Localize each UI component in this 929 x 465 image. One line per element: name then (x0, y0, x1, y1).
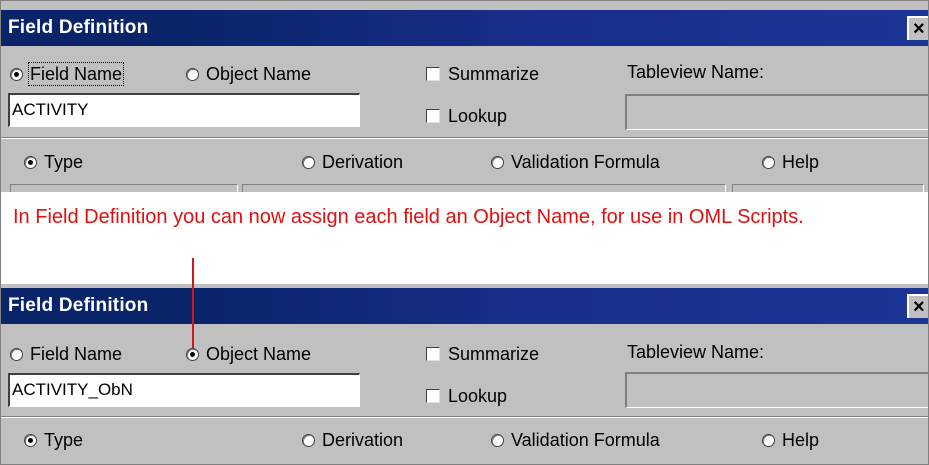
radio-dot-icon (491, 156, 504, 169)
field-definition-dialog-top: Field Definition × Field Name Object Nam… (0, 0, 929, 192)
checkbox-icon (426, 109, 440, 123)
field-name-radio[interactable]: Field Name (10, 342, 122, 366)
annotation-pointer-line (192, 258, 194, 348)
name-input[interactable]: ACTIVITY (8, 93, 360, 127)
radio-dot-icon (24, 434, 37, 447)
radio-dot-icon (186, 348, 199, 361)
tab-validation-label: Validation Formula (511, 152, 660, 172)
tableview-name-label: Tableview Name: (627, 62, 765, 82)
tab-help[interactable]: Help (762, 150, 819, 174)
lookup-label: Lookup (448, 386, 508, 406)
checkbox-icon (426, 347, 440, 361)
tableview-name-field[interactable] (625, 94, 929, 130)
content-column (10, 184, 238, 192)
summarize-checkbox[interactable]: Summarize (426, 62, 539, 86)
tab-help-label: Help (782, 152, 820, 172)
close-button[interactable]: × (907, 16, 929, 40)
tab-help[interactable]: Help (762, 428, 819, 452)
tab-derivation-label: Derivation (322, 430, 404, 450)
lookup-checkbox[interactable]: Lookup (426, 104, 507, 128)
radio-dot-icon (762, 434, 775, 447)
close-button[interactable]: × (907, 294, 929, 318)
tab-type-label: Type (44, 152, 84, 172)
checkbox-icon (426, 389, 440, 403)
separator (0, 416, 929, 418)
object-name-radio[interactable]: Object Name (186, 342, 311, 366)
tab-type[interactable]: Type (24, 428, 83, 452)
tab-validation-formula[interactable]: Validation Formula (491, 428, 660, 452)
radio-dot-icon (24, 156, 37, 169)
checkbox-icon (426, 67, 440, 81)
field-definition-dialog-bottom: Field Definition × Field Name Object Nam… (0, 284, 929, 465)
radio-dot-icon (302, 434, 315, 447)
radio-dot-icon (186, 68, 199, 81)
tableview-name-label: Tableview Name: (627, 342, 765, 362)
summarize-label: Summarize (448, 344, 540, 364)
radio-dot-icon (302, 156, 315, 169)
tableview-name-field[interactable] (625, 372, 929, 408)
dialog-title: Field Definition (8, 295, 149, 316)
content-area-edge (0, 184, 929, 192)
lookup-label: Lookup (448, 106, 508, 126)
object-name-label: Object Name (206, 344, 312, 364)
dialog-title: Field Definition (8, 17, 149, 38)
radio-dot-icon (10, 348, 23, 361)
annotation-text: In Field Definition you can now assign e… (13, 206, 804, 228)
object-name-label: Object Name (206, 64, 312, 84)
content-column (732, 184, 924, 192)
summarize-label: Summarize (448, 64, 540, 84)
lookup-checkbox[interactable]: Lookup (426, 384, 507, 408)
content-column (242, 184, 726, 192)
radio-dot-icon (10, 68, 23, 81)
tab-validation-formula[interactable]: Validation Formula (491, 150, 660, 174)
tab-derivation[interactable]: Derivation (302, 150, 403, 174)
object-name-radio[interactable]: Object Name (186, 62, 311, 86)
tab-type-label: Type (44, 430, 84, 450)
tab-help-label: Help (782, 430, 820, 450)
title-bar: Field Definition × (0, 10, 929, 46)
field-name-radio[interactable]: Field Name (10, 62, 125, 86)
summarize-checkbox[interactable]: Summarize (426, 342, 539, 366)
tab-derivation-label: Derivation (322, 152, 404, 172)
tab-type[interactable]: Type (24, 150, 83, 174)
tab-derivation[interactable]: Derivation (302, 428, 403, 452)
field-name-label: Field Name (30, 344, 123, 364)
separator (0, 137, 929, 139)
tab-validation-label: Validation Formula (511, 430, 660, 450)
field-name-label: Field Name (27, 62, 125, 86)
radio-dot-icon (491, 434, 504, 447)
title-bar: Field Definition × (0, 288, 929, 324)
name-input[interactable]: ACTIVITY_ObN (8, 373, 360, 407)
radio-dot-icon (762, 156, 775, 169)
